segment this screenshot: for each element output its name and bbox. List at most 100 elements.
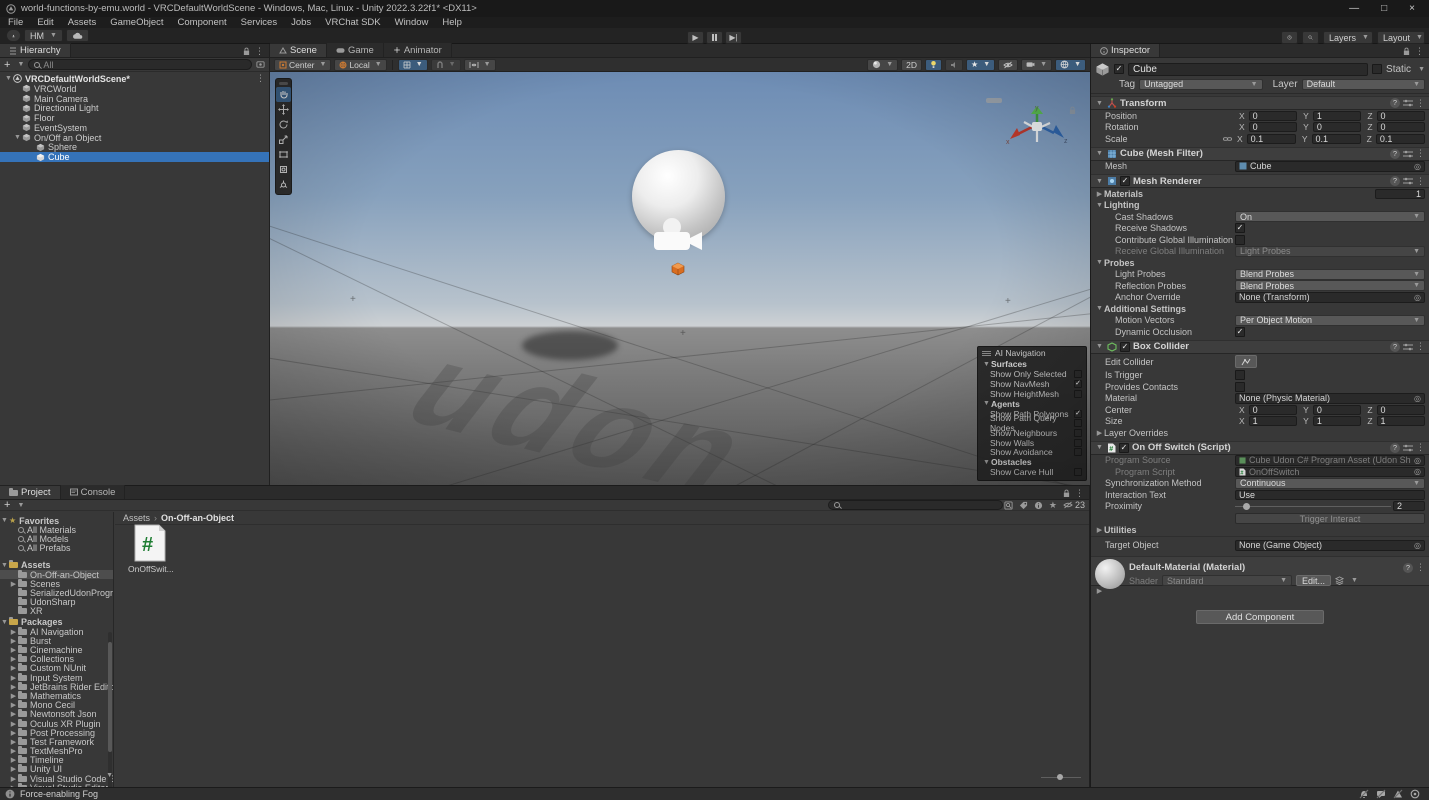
layer-dropdown[interactable]: Default▼: [1302, 79, 1425, 90]
checkbox[interactable]: [1074, 468, 1082, 476]
proximity-slider[interactable]: [1235, 501, 1391, 511]
material-edit-button[interactable]: Edit...: [1296, 575, 1331, 586]
reflection-probes-dropdown[interactable]: Blend Probes▼: [1235, 280, 1425, 291]
tool-handle-rotation-dropdown[interactable]: Local▼: [334, 59, 386, 71]
object-picker-icon[interactable]: ◎: [1414, 394, 1421, 403]
lock-icon[interactable]: [1403, 47, 1410, 56]
grid-snap-button[interactable]: ▼: [398, 59, 428, 71]
position-z-field[interactable]: 0: [1377, 111, 1425, 121]
menu-window[interactable]: Window: [395, 17, 429, 28]
progress-target-icon[interactable]: [1410, 789, 1420, 799]
hierarchy-item-sphere[interactable]: Sphere: [0, 143, 269, 153]
sphere-object[interactable]: [632, 150, 725, 243]
name-field[interactable]: Cube: [1128, 63, 1368, 76]
scale-z-field[interactable]: 0.1: [1376, 134, 1425, 144]
status-message[interactable]: Force-enabling Fog: [20, 789, 98, 799]
checkbox[interactable]: ✓: [1074, 380, 1082, 388]
chevron-down-icon[interactable]: ▼: [1351, 577, 1358, 584]
view-hand-tool[interactable]: [276, 87, 291, 102]
position-y-field[interactable]: 1: [1313, 111, 1361, 121]
mute-alerts-icon[interactable]: [1393, 789, 1403, 799]
component-menu-icon[interactable]: ⋮: [1416, 341, 1425, 352]
lighting-foldout[interactable]: Lighting: [1104, 200, 1234, 210]
foldout-icon[interactable]: ▼: [1095, 259, 1104, 266]
menu-help[interactable]: Help: [442, 17, 462, 28]
nav-section-surfaces[interactable]: ▼Surfaces: [978, 359, 1086, 370]
motion-vectors-dropdown[interactable]: Per Object Motion▼: [1235, 315, 1425, 326]
box-collider-header[interactable]: ▼ ✓ Box Collider ⋮: [1091, 340, 1429, 354]
cube-gizmo-icon[interactable]: [671, 262, 685, 276]
lock-icon[interactable]: [1063, 489, 1070, 498]
scene-viewport[interactable]: + + + udon: [270, 72, 1090, 485]
favorite-all-prefabs[interactable]: All Prefabs: [0, 544, 113, 553]
scene-picker-icon[interactable]: [256, 60, 265, 69]
additional-settings-foldout[interactable]: Additional Settings: [1104, 304, 1234, 314]
foldout-icon[interactable]: ▼: [1095, 305, 1104, 312]
search-button[interactable]: [1302, 31, 1319, 44]
object-picker-icon[interactable]: ◎: [1414, 293, 1421, 302]
scale-y-field[interactable]: 0.1: [1312, 134, 1361, 144]
foldout-icon[interactable]: ▼: [4, 75, 13, 82]
hierarchy-item-cube[interactable]: Cube: [0, 152, 269, 162]
receive-shadows-checkbox[interactable]: ✓: [1235, 223, 1245, 233]
scene-lighting-toggle[interactable]: [925, 59, 942, 71]
is-trigger-checkbox[interactable]: [1235, 370, 1245, 380]
presets-icon[interactable]: [1403, 177, 1413, 185]
foldout-icon[interactable]: ▼: [13, 134, 22, 141]
help-icon[interactable]: [1403, 563, 1413, 573]
snap-increment-button[interactable]: ▼: [431, 59, 461, 71]
breadcrumb-current[interactable]: On-Off-an-Object: [161, 513, 234, 523]
scroll-down-arrow[interactable]: ▼: [106, 772, 113, 779]
hierarchy-item-eventsystem[interactable]: EventSystem: [0, 123, 269, 133]
rect-tool[interactable]: [276, 147, 291, 162]
tag-dropdown[interactable]: Untagged▼: [1139, 79, 1262, 90]
hierarchy-search-input[interactable]: All: [28, 59, 252, 70]
search-by-type-icon[interactable]: [1004, 501, 1013, 510]
move-tool[interactable]: [276, 102, 291, 117]
asset-folder-xr[interactable]: XR: [0, 607, 113, 616]
probes-foldout[interactable]: Probes: [1104, 258, 1234, 268]
nav-section-obstacles[interactable]: ▼Obstacles: [978, 457, 1086, 468]
menu-services[interactable]: Services: [241, 17, 277, 28]
anchor-override-field[interactable]: None (Transform)◎: [1235, 292, 1425, 303]
close-button[interactable]: ×: [1409, 3, 1415, 14]
checkbox[interactable]: [1074, 429, 1082, 437]
foldout-icon[interactable]: ▶: [1095, 190, 1104, 198]
layout-dropdown[interactable]: Layout▼: [1377, 31, 1425, 44]
size-z-field[interactable]: 1: [1377, 416, 1425, 426]
scene-effects-dropdown[interactable]: ★ ▼: [966, 59, 995, 71]
nav-section-agents[interactable]: ▼Agents: [978, 398, 1086, 409]
presets-icon[interactable]: [1403, 150, 1413, 158]
search-by-label-icon[interactable]: [1019, 501, 1028, 510]
help-icon[interactable]: [1390, 443, 1400, 453]
gizmos-dropdown[interactable]: ▼: [1055, 59, 1086, 71]
tab-hierarchy[interactable]: Hierarchy: [0, 43, 71, 57]
overlay-handle[interactable]: [986, 98, 1002, 103]
minimize-button[interactable]: —: [1349, 3, 1359, 14]
scene-menu-icon[interactable]: ⋮: [256, 73, 265, 84]
presets-icon[interactable]: [1403, 444, 1413, 452]
favorite-star-icon[interactable]: ★: [1049, 500, 1057, 511]
account-button[interactable]: [6, 29, 21, 42]
center-z-field[interactable]: 0: [1377, 405, 1425, 415]
mesh-filter-header[interactable]: ▼ Cube (Mesh Filter) ⋮: [1091, 147, 1429, 161]
panel-menu-icon[interactable]: ⋮: [1415, 46, 1424, 57]
overlay-handle[interactable]: [279, 82, 288, 85]
lock-icon[interactable]: [243, 47, 250, 56]
menu-file[interactable]: File: [8, 17, 23, 28]
proximity-value-field[interactable]: 2: [1393, 501, 1425, 511]
cloud-button[interactable]: [66, 29, 89, 42]
material-header[interactable]: Default-Material (Material) ⋮ Shader Sta…: [1091, 556, 1429, 586]
camera-settings-dropdown[interactable]: ▼: [1021, 59, 1052, 71]
panel-menu-icon[interactable]: ⋮: [1075, 488, 1084, 499]
interaction-text-field[interactable]: Use: [1235, 490, 1425, 500]
mute-notifications-icon[interactable]: [1359, 789, 1369, 799]
rotation-x-field[interactable]: 0: [1249, 122, 1297, 132]
rotate-tool[interactable]: [276, 117, 291, 132]
scene-visibility-toggle[interactable]: [998, 59, 1018, 71]
component-menu-icon[interactable]: ⋮: [1416, 442, 1425, 453]
checkbox[interactable]: [1074, 448, 1082, 456]
chevron-down-icon[interactable]: ▼: [17, 502, 24, 509]
menu-jobs[interactable]: Jobs: [291, 17, 311, 28]
target-object-field[interactable]: None (Game Object)◎: [1235, 540, 1425, 551]
